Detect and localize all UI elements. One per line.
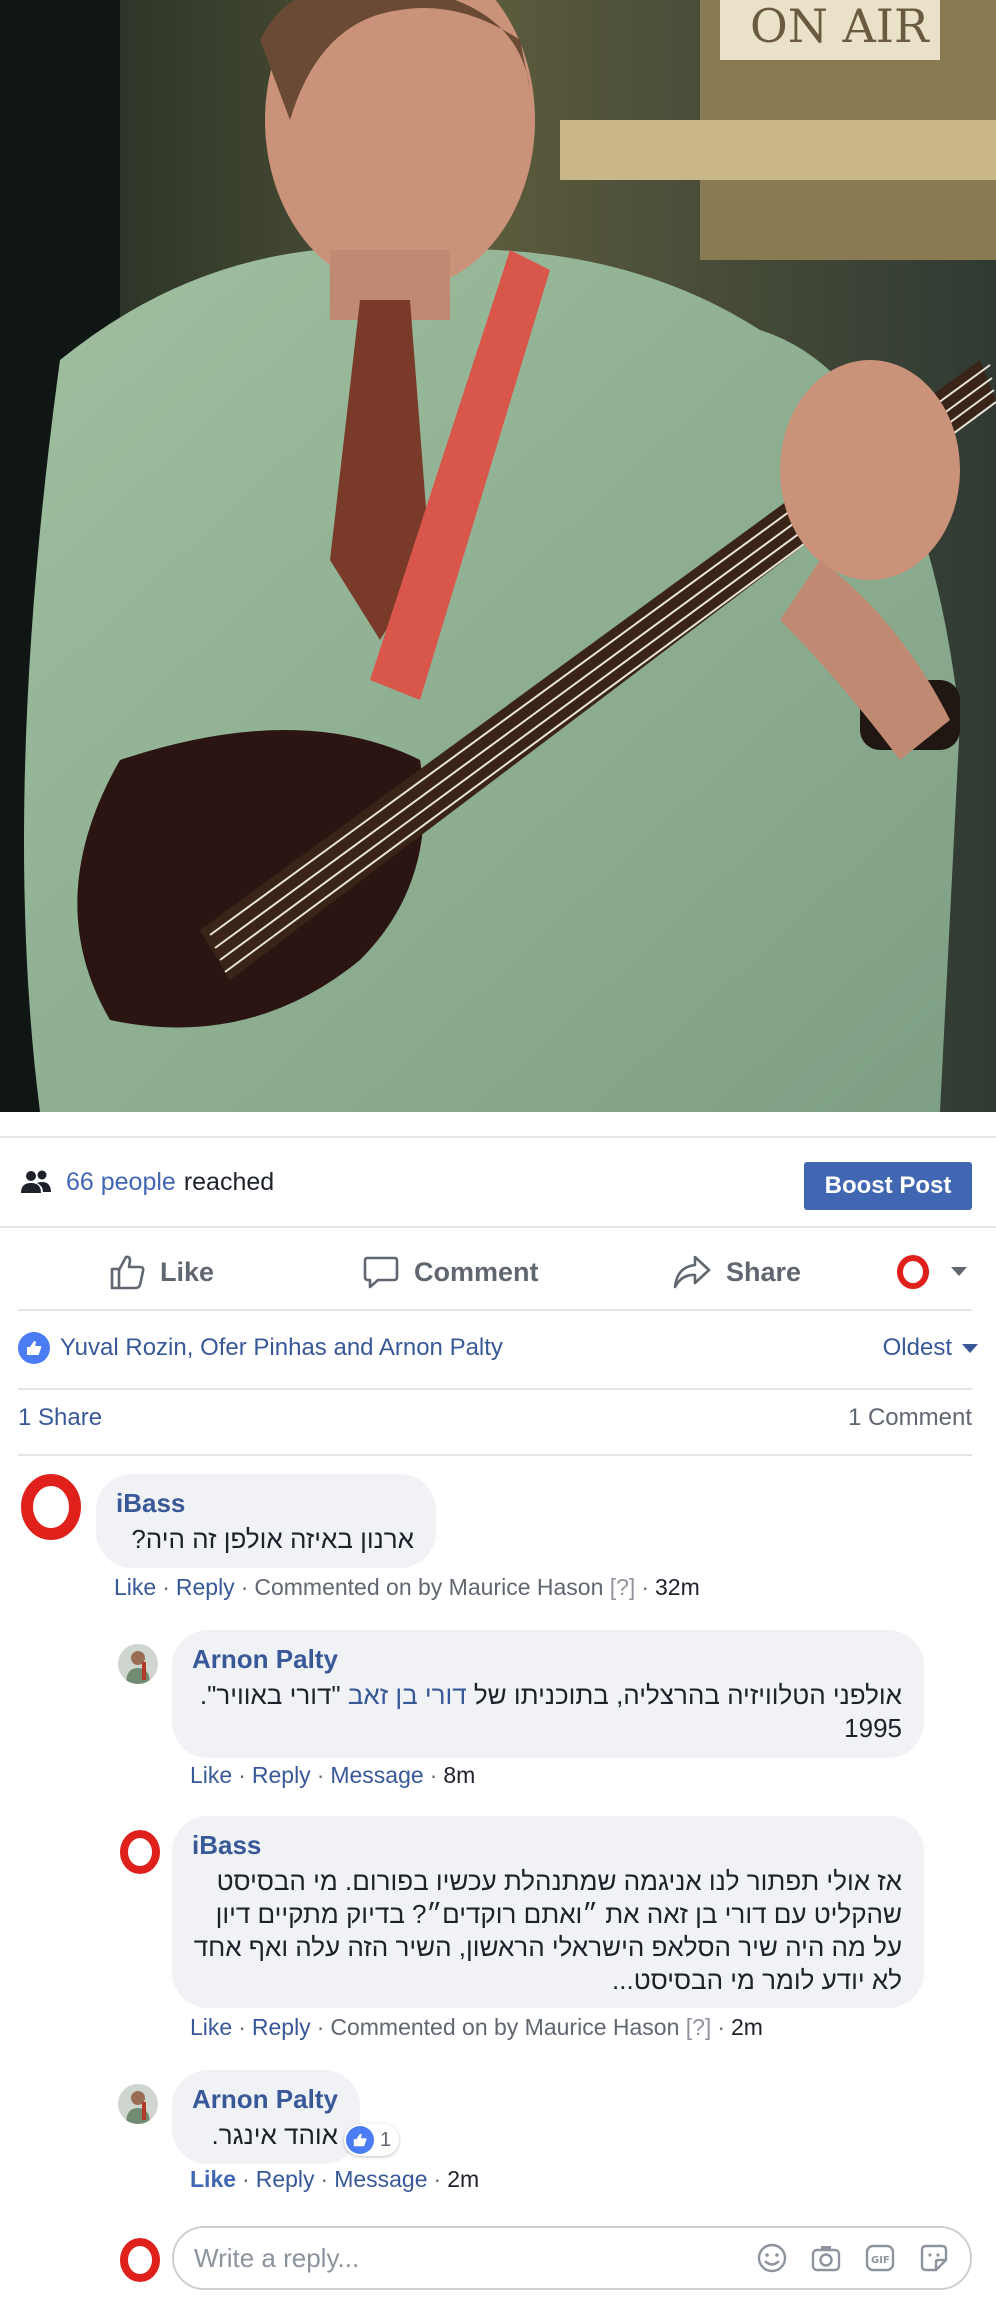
divider — [18, 1388, 972, 1390]
like-reaction-icon — [346, 2126, 374, 2154]
divider — [0, 1136, 996, 1138]
comment-like-link[interactable]: Like — [114, 1574, 156, 1600]
comment-text: אז אולי תפתור לנו אניגמה שמתנהלת עכשיו ב… — [193, 1866, 902, 1995]
comment-like-link[interactable]: Like — [190, 1762, 232, 1788]
divider — [18, 1309, 972, 1311]
sort-label: Oldest — [882, 1334, 952, 1361]
comment-bubble: Arnon Palty אוהד אינגר. — [172, 2070, 360, 2164]
comment-text: אוהד אינגר. — [211, 2120, 339, 2150]
thumbs-up-icon — [110, 1255, 145, 1290]
user-photo-icon — [118, 2084, 158, 2124]
share-button[interactable]: Share — [672, 1232, 801, 1312]
like-label: Like — [160, 1256, 215, 1287]
comment-bubble: iBass אז אולי תפתור לנו אניגמה שמתנהלת ע… — [172, 1816, 924, 2008]
opera-logo-icon — [21, 1474, 81, 1540]
gif-icon[interactable]: GIF — [864, 2242, 896, 2274]
post-as-page-selector[interactable] — [896, 1232, 982, 1312]
reply-input[interactable] — [194, 2242, 756, 2274]
comment-reply-link[interactable]: Reply — [252, 1762, 311, 1788]
emoji-icon[interactable] — [756, 2242, 788, 2274]
sticker-icon[interactable] — [918, 2242, 950, 2274]
comment-reply-link[interactable]: Reply — [256, 2166, 315, 2192]
comment-text: אולפני הטלוויזיה בהרצליה, בתוכניתו של דו… — [192, 1679, 902, 1745]
avatar[interactable] — [118, 2084, 158, 2124]
comment-meta: Like · Reply · Commented on by Maurice Hason… — [190, 2014, 763, 2040]
share-label: Share — [726, 1256, 802, 1287]
comment-count-link[interactable]: 1 Comment — [848, 1404, 972, 1432]
reactors-list[interactable]: Yuval Rozin, Ofer Pinhas and Arnon Palty — [60, 1334, 503, 1362]
svg-text:GIF: GIF — [871, 2255, 890, 2266]
help-link[interactable]: [?] — [610, 1574, 636, 1600]
comment-like-link[interactable]: Like — [190, 2166, 236, 2192]
reach-count-link[interactable]: 66 people — [66, 1168, 176, 1197]
commented-on-by: Commented on by Maurice Hason — [254, 1574, 604, 1600]
share-count-link[interactable]: 1 Share — [18, 1404, 102, 1432]
comment-time[interactable]: 32m — [655, 1574, 700, 1600]
comment-time[interactable]: 2m — [731, 2014, 763, 2040]
divider — [18, 1454, 972, 1456]
on-air-sign-text: ON AIR — [750, 0, 930, 53]
chevron-down-icon — [951, 1267, 967, 1276]
comment-time[interactable]: 8m — [443, 1762, 475, 1788]
comment-author[interactable]: Arnon Palty — [192, 2084, 338, 2115]
reach-suffix: reached — [183, 1167, 275, 1196]
opera-logo-icon — [120, 1830, 160, 1874]
boost-post-button[interactable]: Boost Post — [804, 1162, 972, 1210]
comment-text-part: אולפני הטלוויזיה בהרצליה, בתוכניתו של — [466, 1680, 902, 1710]
like-reaction-icon — [18, 1332, 50, 1364]
commented-on-by: Commented on by Maurice Hason — [330, 2014, 680, 2040]
comment-like-link[interactable]: Like — [190, 2014, 232, 2040]
comment-meta: Like · Reply · Message · 8m — [190, 1762, 476, 1788]
caret-down-icon — [962, 1343, 978, 1353]
comment-meta: Like · Reply · Commented on by Maurice Hason… — [114, 1574, 700, 1600]
opera-logo-icon — [120, 2238, 160, 2282]
comment-icon — [363, 1256, 399, 1289]
comment-bubble: Arnon Palty אולפני הטלוויזיה בהרצליה, בת… — [172, 1630, 924, 1758]
comment-reaction-count[interactable]: 1 — [344, 2124, 400, 2156]
comment-label: Comment — [414, 1256, 539, 1287]
reach-row: 66 people reached — [20, 1160, 274, 1204]
user-photo-icon — [118, 1644, 158, 1684]
post-photo[interactable]: ON AIR — [0, 0, 996, 1112]
avatar — [118, 2238, 162, 2282]
post-actions: Like Comment Share — [0, 1232, 996, 1312]
comment-bubble: iBass ארנון באיזה אולפן זה היה? — [96, 1474, 436, 1568]
counts-row: 1 Share 1 Comment — [18, 1404, 972, 1444]
comment-meta: Like · Reply · Message · 2m — [190, 2166, 480, 2192]
avatar[interactable] — [18, 1474, 84, 1540]
comment-text: ארנון באיזה אולפן זה היה? — [131, 1524, 414, 1554]
comment-button[interactable]: Comment — [362, 1232, 539, 1312]
comment-time[interactable]: 2m — [447, 2166, 479, 2192]
comment-sort-dropdown[interactable]: Oldest — [883, 1326, 978, 1370]
reply-composer: GIF — [172, 2226, 972, 2290]
comment-author[interactable]: Arnon Palty — [192, 1644, 902, 1675]
message-link[interactable]: Message — [330, 1762, 423, 1788]
comment-reply-link[interactable]: Reply — [252, 2014, 311, 2040]
opera-logo-icon — [897, 1255, 929, 1289]
comment-reply-link[interactable]: Reply — [176, 1574, 235, 1600]
camera-icon[interactable] — [810, 2242, 842, 2274]
avatar[interactable] — [118, 1644, 158, 1684]
comment-author[interactable]: iBass — [116, 1488, 414, 1519]
share-arrow-icon — [673, 1255, 711, 1289]
message-link[interactable]: Message — [334, 2166, 427, 2192]
reactions-row: Yuval Rozin, Ofer Pinhas and Arnon Palty… — [18, 1326, 978, 1370]
people-icon — [21, 1170, 51, 1193]
reaction-count: 1 — [380, 2128, 392, 2151]
divider — [0, 1226, 996, 1228]
comment-author[interactable]: iBass — [192, 1830, 902, 1861]
help-link[interactable]: [?] — [686, 2014, 712, 2040]
avatar[interactable] — [118, 1830, 162, 1874]
mentioned-person-link[interactable]: דורי בן זאב — [348, 1680, 467, 1710]
like-button[interactable]: Like — [108, 1232, 214, 1312]
